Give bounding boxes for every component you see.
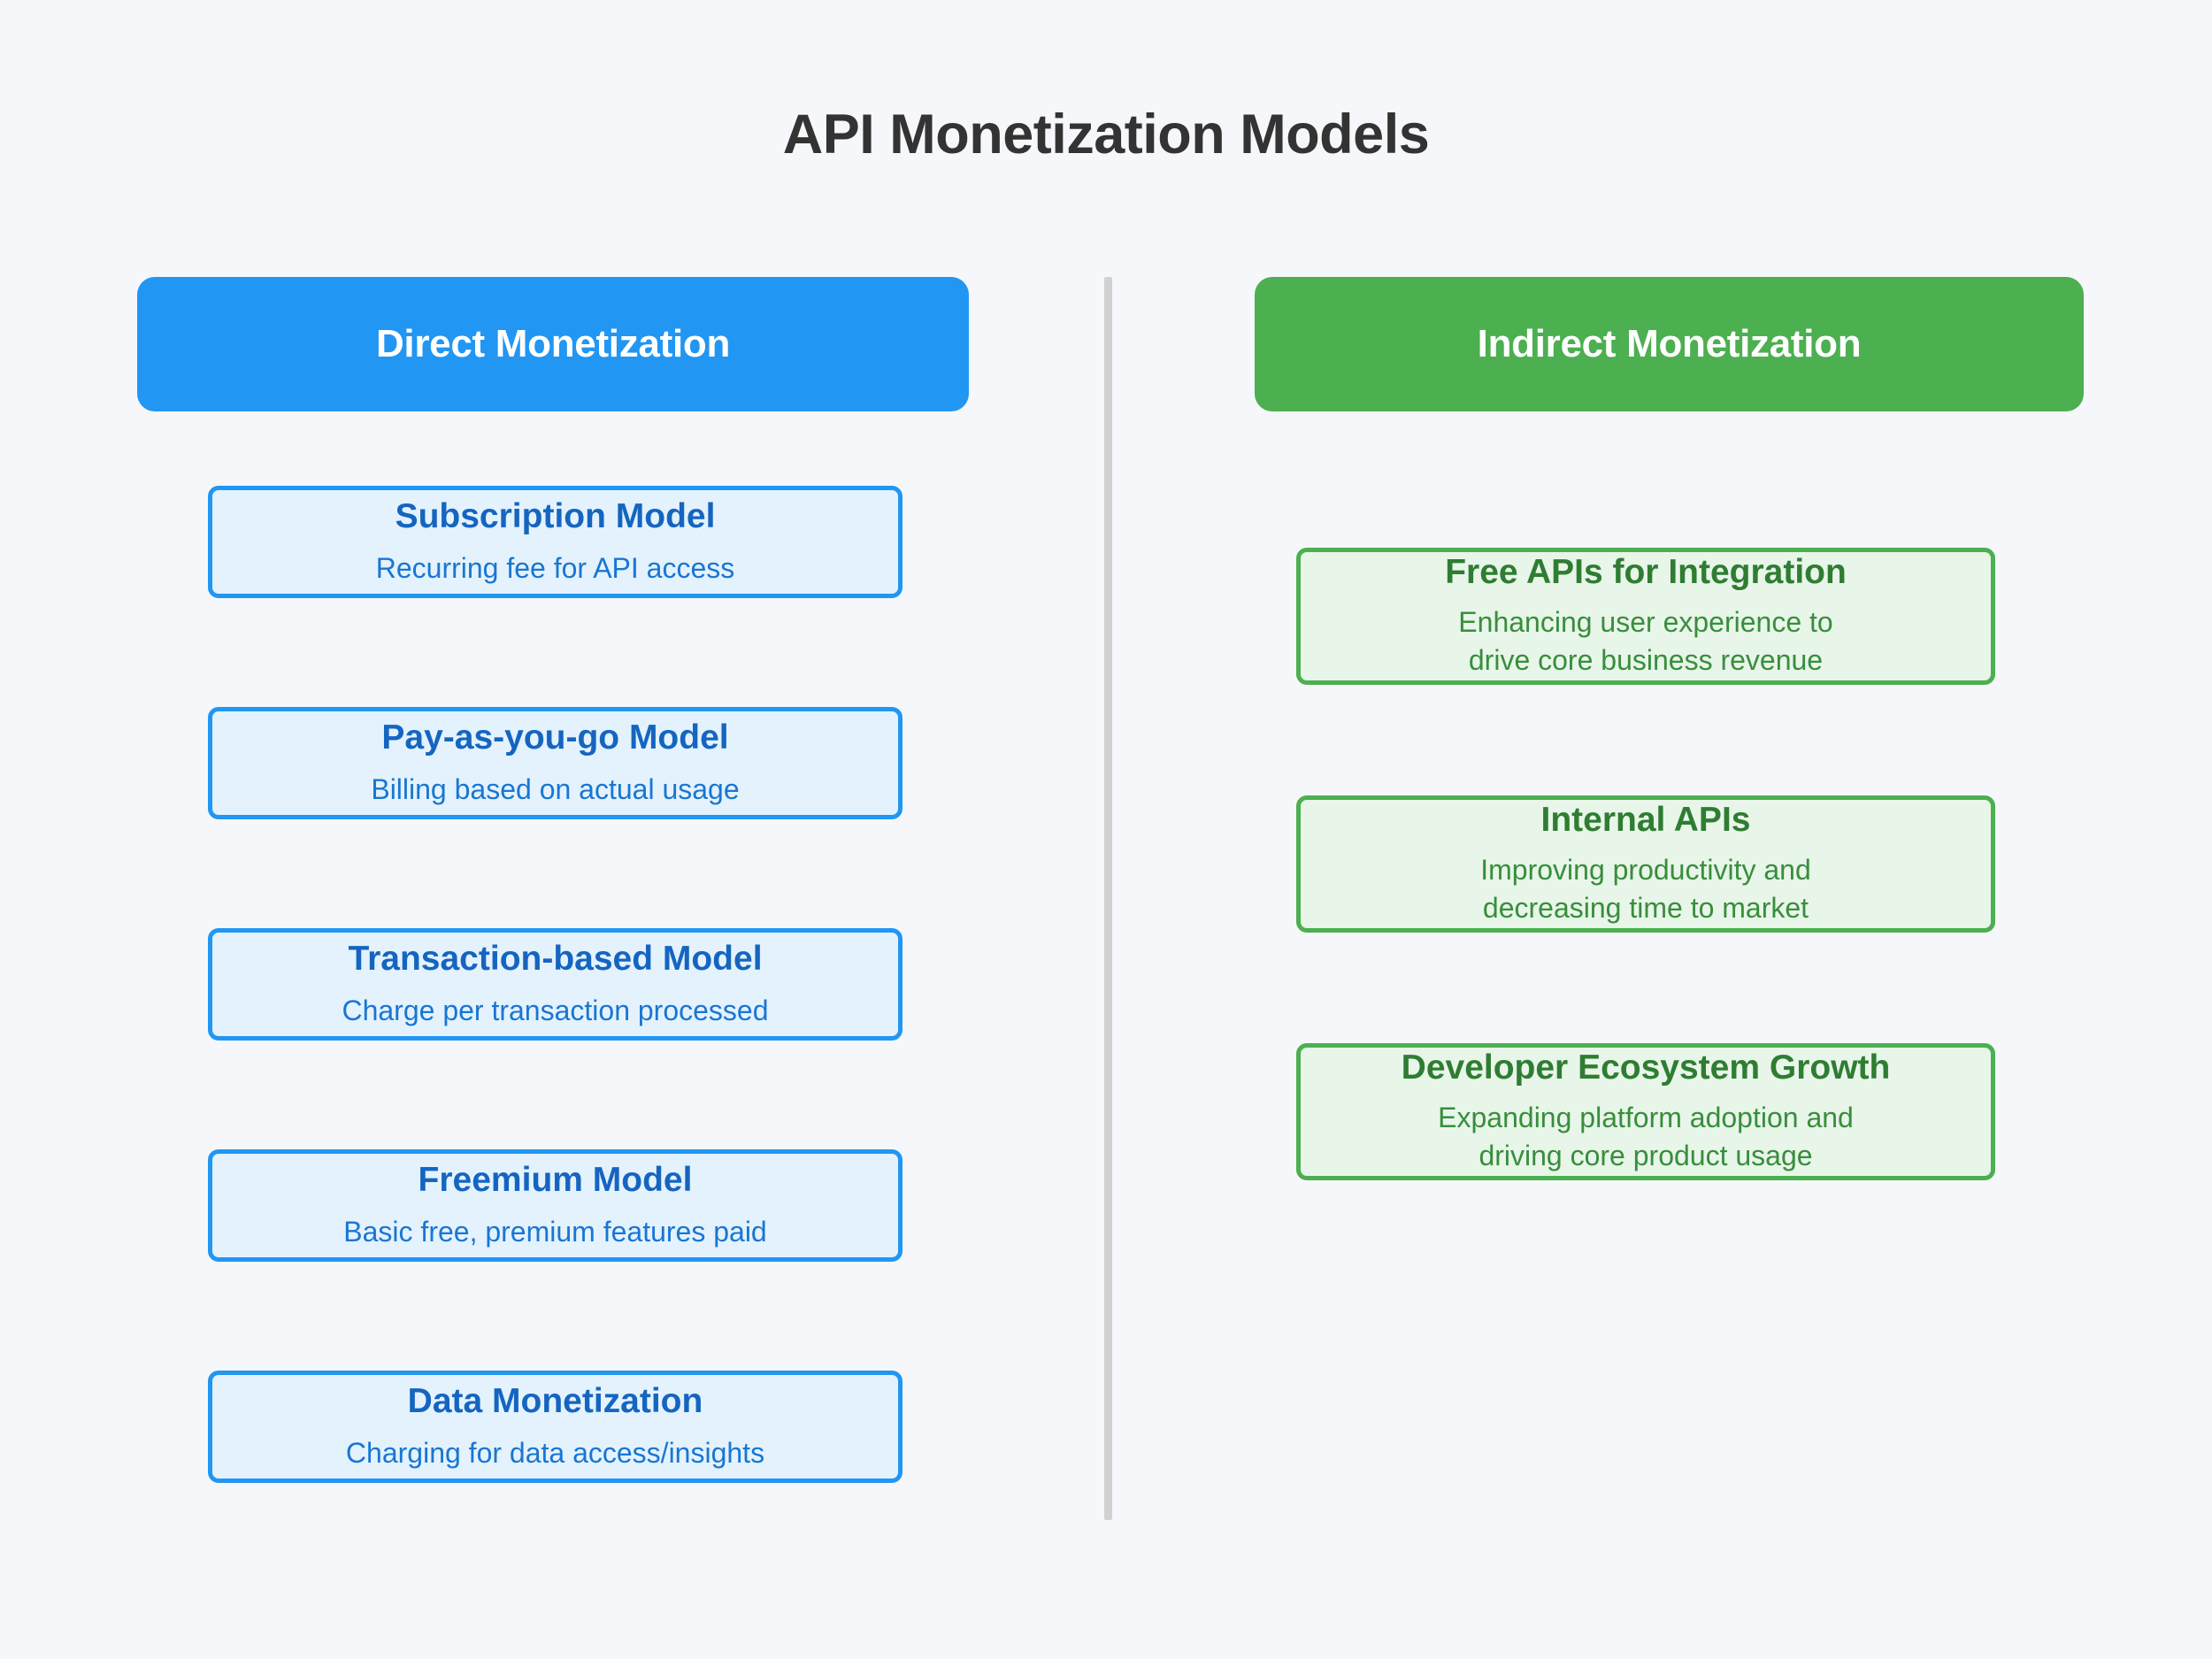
column-divider — [1104, 277, 1112, 1520]
diagram-root: API Monetization Models Direct Monetizat… — [0, 0, 2212, 1659]
card-title: Internal APIs — [1540, 800, 1751, 839]
card-description: Charge per transaction processed — [342, 993, 768, 1028]
direct-monetization-column: Direct Monetization Subscription Model R… — [137, 277, 969, 1483]
card-description: Expanding platform adoption and driving … — [1438, 1099, 1854, 1174]
card-description-line: Billing based on actual usage — [371, 772, 740, 805]
indirect-card-list: Free APIs for Integration Enhancing user… — [1255, 548, 2084, 1180]
card-title: Developer Ecosystem Growth — [1401, 1048, 1891, 1087]
direct-card-list: Subscription Model Recurring fee for API… — [137, 486, 969, 1483]
card-description: Billing based on actual usage — [371, 772, 739, 807]
card-description-line: Improving productivity and — [1480, 854, 1811, 887]
card-transaction-based-model[interactable]: Transaction-based Model Charge per trans… — [208, 928, 902, 1041]
card-description: Improving productivity and decreasing ti… — [1480, 851, 1811, 926]
card-description-line: driving core product usage — [1479, 1139, 1813, 1171]
card-freemium-model[interactable]: Freemium Model Basic free, premium featu… — [208, 1149, 902, 1262]
card-description-line: Charging for data access/insights — [345, 1436, 765, 1469]
card-title: Free APIs for Integration — [1445, 552, 1847, 591]
card-description-line: Recurring fee for API access — [375, 551, 735, 584]
card-title: Subscription Model — [395, 497, 716, 536]
card-description-line: Expanding platform adoption and — [1438, 1102, 1854, 1134]
card-data-monetization[interactable]: Data Monetization Charging for data acce… — [208, 1371, 902, 1483]
card-internal-apis[interactable]: Internal APIs Improving productivity and… — [1296, 795, 1995, 933]
card-pay-as-you-go-model[interactable]: Pay-as-you-go Model Billing based on act… — [208, 707, 902, 819]
card-description-line: Charge per transaction processed — [342, 994, 769, 1026]
card-title: Freemium Model — [418, 1161, 693, 1200]
card-description: Basic free, premium features paid — [343, 1214, 766, 1249]
card-description-line: Enhancing user experience to — [1458, 606, 1833, 639]
page-title: API Monetization Models — [782, 104, 1430, 165]
card-description: Enhancing user experience to drive core … — [1458, 603, 1832, 679]
indirect-monetization-header: Indirect Monetization — [1255, 277, 2084, 411]
card-title: Transaction-based Model — [348, 940, 763, 979]
card-description: Recurring fee for API access — [376, 550, 735, 586]
card-subscription-model[interactable]: Subscription Model Recurring fee for API… — [208, 486, 902, 598]
card-description-line: decreasing time to market — [1482, 891, 1809, 924]
card-title: Data Monetization — [407, 1382, 703, 1421]
card-free-apis-for-integration[interactable]: Free APIs for Integration Enhancing user… — [1296, 548, 1995, 685]
card-description-line: Basic free, premium features paid — [343, 1215, 767, 1248]
card-developer-ecosystem-growth[interactable]: Developer Ecosystem Growth Expanding pla… — [1296, 1043, 1995, 1180]
card-description: Charging for data access/insights — [346, 1435, 764, 1471]
direct-monetization-header: Direct Monetization — [137, 277, 969, 411]
indirect-monetization-column: Indirect Monetization Free APIs for Inte… — [1255, 277, 2084, 1180]
card-description-line: drive core business revenue — [1468, 643, 1824, 676]
card-title: Pay-as-you-go Model — [381, 718, 729, 757]
